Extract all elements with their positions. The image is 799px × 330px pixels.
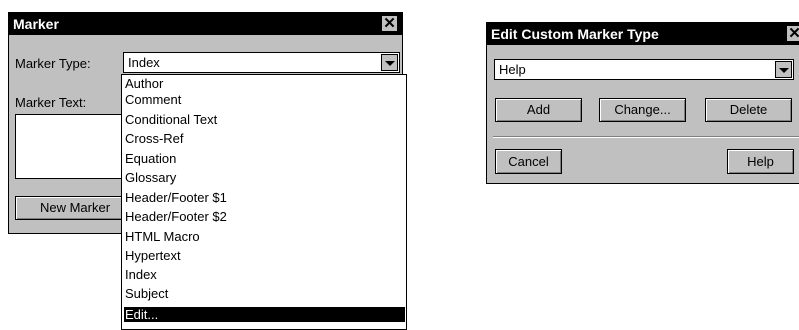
dropdown-item-author[interactable]: Author	[124, 76, 405, 91]
dropdown-item-html-macro[interactable]: HTML Macro	[124, 229, 405, 244]
edit-dialog-title: Edit Custom Marker Type	[487, 23, 799, 45]
add-button[interactable]: Add	[495, 98, 582, 122]
dropdown-item-header-footer-1[interactable]: Header/Footer $1	[124, 190, 405, 205]
change-button[interactable]: Change...	[599, 98, 686, 122]
marker-type-select[interactable]: Index	[123, 52, 400, 73]
dropdown-item-hypertext[interactable]: Hypertext	[124, 248, 405, 263]
divider	[493, 136, 799, 138]
dropdown-item-conditional-text[interactable]: Conditional Text	[124, 112, 405, 127]
dropdown-item-comment[interactable]: Comment	[124, 92, 405, 107]
marker-type-label: Marker Type:	[15, 56, 91, 71]
dropdown-item-subject[interactable]: Subject	[124, 286, 405, 301]
dropdown-item-index[interactable]: Index	[124, 267, 405, 282]
dropdown-item-header-footer-2[interactable]: Header/Footer $2	[124, 209, 405, 224]
marker-type-dropdown-list[interactable]: Author Comment Conditional Text Cross-Re…	[121, 74, 407, 330]
dropdown-item-cross-ref[interactable]: Cross-Ref	[124, 131, 405, 146]
marker-type-value: Index	[128, 55, 160, 70]
chevron-down-icon[interactable]	[381, 54, 398, 71]
new-marker-button[interactable]: New Marker	[15, 196, 135, 220]
dropdown-item-edit[interactable]: Edit...	[124, 307, 405, 322]
edit-custom-marker-type-dialog: Edit Custom Marker Type ✕ Help Add Chang…	[486, 22, 799, 184]
marker-text-label: Marker Text:	[15, 95, 87, 110]
help-button[interactable]: Help	[727, 149, 794, 174]
marker-dialog-title: Marker	[9, 13, 402, 35]
close-icon[interactable]: ✕	[381, 15, 398, 32]
cancel-button[interactable]: Cancel	[495, 149, 562, 174]
chevron-down-icon[interactable]	[775, 61, 792, 78]
custom-marker-type-select[interactable]: Help	[494, 59, 794, 80]
delete-button[interactable]: Delete	[705, 98, 792, 122]
custom-marker-type-value: Help	[499, 62, 526, 77]
close-icon[interactable]: ✕	[786, 25, 799, 42]
dropdown-item-glossary[interactable]: Glossary	[124, 170, 405, 185]
dropdown-item-equation[interactable]: Equation	[124, 151, 405, 166]
marker-text-area[interactable]	[15, 114, 130, 179]
